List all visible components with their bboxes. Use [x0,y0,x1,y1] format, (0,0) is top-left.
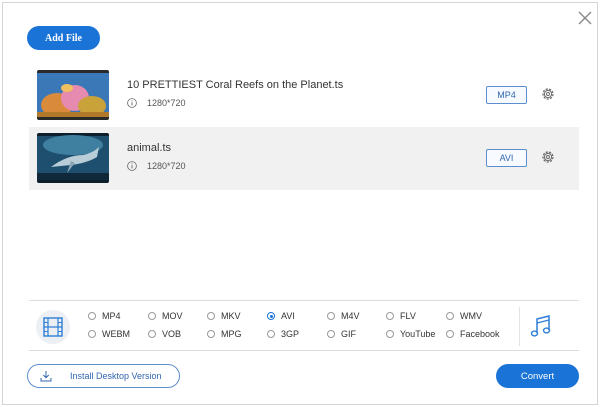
radio-button[interactable] [327,330,335,338]
format-label: VOB [162,329,182,339]
format-label: MP4 [102,311,121,321]
format-label: MKV [221,311,241,321]
format-label: WMV [460,311,482,321]
format-option-webm[interactable]: WEBM [88,327,130,341]
file-name: animal.ts [127,142,172,154]
add-file-button[interactable]: Add File [27,26,100,50]
video-thumbnail [37,70,109,120]
format-option-mpg[interactable]: MPG [207,327,242,341]
converter-dialog: Add File 10 PRETTIEST Coral Reefs on the… [2,2,598,405]
format-option-mp4[interactable]: MP4 [88,309,121,323]
download-icon [40,371,52,382]
format-label: YouTube [400,329,436,339]
format-label: MOV [162,311,183,321]
info-icon[interactable] [127,98,137,108]
radio-button[interactable] [88,312,96,320]
format-label: AVI [281,311,295,321]
radio-button[interactable] [386,312,394,320]
format-option-3gp[interactable]: 3GP [267,327,299,341]
file-resolution: 1280*720 [147,161,186,171]
format-option-m4v[interactable]: M4V [327,309,360,323]
format-label: MPG [221,329,242,339]
music-note-icon[interactable] [529,313,553,339]
format-option-gif[interactable]: GIF [327,327,356,341]
radio-button-selected[interactable] [267,312,275,320]
info-icon[interactable] [127,161,137,171]
format-label: M4V [341,311,360,321]
format-option-youtube[interactable]: YouTube [386,327,435,341]
radio-button[interactable] [446,330,454,338]
format-label: WEBM [102,329,130,339]
file-name: 10 PRETTIEST Coral Reefs on the Planet.t… [127,79,344,91]
file-list: 10 PRETTIEST Coral Reefs on the Planet.t… [29,64,579,190]
install-desktop-button[interactable]: Install Desktop Version [27,364,180,388]
format-selector-panel: MP4 MOV MKV AVI M4V FLV WMV WEBM VOB MPG… [29,300,579,351]
file-row: 10 PRETTIEST Coral Reefs on the Planet.t… [29,64,579,127]
convert-button[interactable]: Convert [496,364,579,388]
format-label: GIF [341,329,356,339]
radio-button[interactable] [327,312,335,320]
radio-button[interactable] [148,330,156,338]
output-format-button[interactable]: MP4 [486,86,527,104]
file-row: animal.ts 1280*720 AVI [29,127,579,190]
divider [519,307,520,346]
video-thumbnail [37,133,109,183]
radio-button[interactable] [267,330,275,338]
install-label: Install Desktop Version [70,371,162,381]
video-format-tab[interactable] [36,310,70,344]
output-format-button[interactable]: AVI [486,149,527,167]
format-option-flv[interactable]: FLV [386,309,416,323]
format-option-mov[interactable]: MOV [148,309,183,323]
video-film-icon [43,317,63,337]
radio-button[interactable] [386,330,394,338]
radio-button[interactable] [88,330,96,338]
format-option-mkv[interactable]: MKV [207,309,241,323]
gear-icon[interactable] [540,149,556,165]
close-icon[interactable] [576,9,594,27]
radio-button[interactable] [446,312,454,320]
gear-icon[interactable] [540,86,556,102]
radio-button[interactable] [148,312,156,320]
format-option-vob[interactable]: VOB [148,327,181,341]
format-label: FLV [400,311,416,321]
format-option-avi[interactable]: AVI [267,309,295,323]
radio-button[interactable] [207,330,215,338]
format-label: Facebook [460,329,500,339]
radio-button[interactable] [207,312,215,320]
format-option-wmv[interactable]: WMV [446,309,482,323]
file-resolution: 1280*720 [147,98,186,108]
format-option-facebook[interactable]: Facebook [446,327,500,341]
format-label: 3GP [281,329,300,339]
